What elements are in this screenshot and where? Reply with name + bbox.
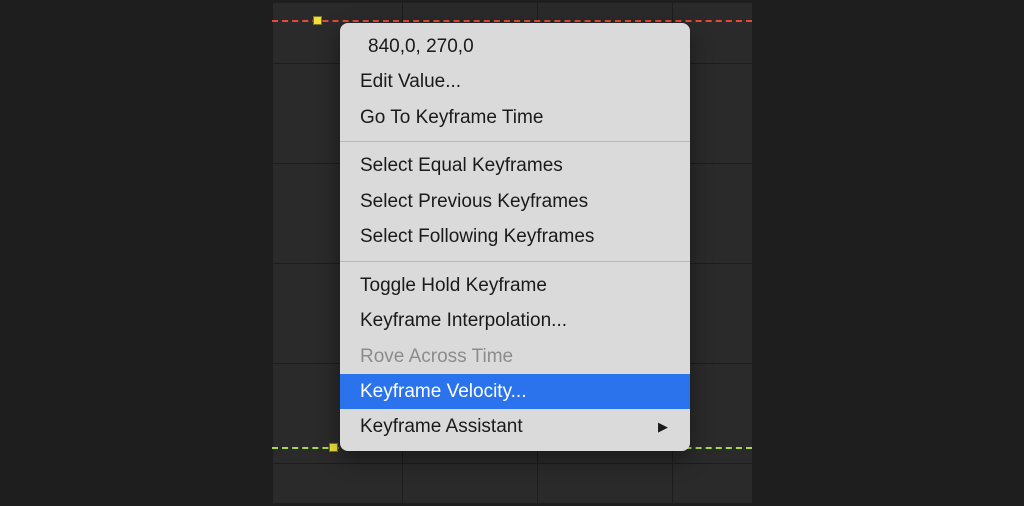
keyframe-marker[interactable] xyxy=(313,16,322,25)
menu-item-label: Keyframe Assistant xyxy=(360,412,523,441)
menu-item-goto-keyframe-time[interactable]: Go To Keyframe Time xyxy=(340,100,690,135)
menu-item-select-equal[interactable]: Select Equal Keyframes xyxy=(340,148,690,183)
menu-item-label: Select Previous Keyframes xyxy=(360,187,588,216)
stage-wrapper: 840,0, 270,0 Edit Value... Go To Keyfram… xyxy=(0,0,1024,506)
menu-item-label: Keyframe Velocity... xyxy=(360,377,527,406)
curve-red xyxy=(272,20,752,22)
menu-item-select-following[interactable]: Select Following Keyframes xyxy=(340,219,690,254)
submenu-arrow-icon: ▶ xyxy=(658,417,670,437)
menu-item-label: Go To Keyframe Time xyxy=(360,103,543,132)
menu-item-keyframe-value[interactable]: 840,0, 270,0 xyxy=(340,29,690,64)
menu-item-label: Edit Value... xyxy=(360,67,461,96)
menu-item-edit-value[interactable]: Edit Value... xyxy=(340,64,690,99)
menu-item-select-previous[interactable]: Select Previous Keyframes xyxy=(340,184,690,219)
menu-item-keyframe-assistant[interactable]: Keyframe Assistant ▶ xyxy=(340,409,690,444)
graph-editor[interactable]: 840,0, 270,0 Edit Value... Go To Keyfram… xyxy=(272,3,752,503)
menu-item-toggle-hold[interactable]: Toggle Hold Keyframe xyxy=(340,268,690,303)
menu-item-label: Select Following Keyframes xyxy=(360,222,594,251)
menu-group: Select Equal Keyframes Select Previous K… xyxy=(340,142,690,260)
menu-item-label: 840,0, 270,0 xyxy=(368,32,474,61)
grid-line xyxy=(272,463,752,464)
menu-item-label: Keyframe Interpolation... xyxy=(360,306,567,335)
menu-item-interpolation[interactable]: Keyframe Interpolation... xyxy=(340,303,690,338)
keyframe-marker[interactable] xyxy=(329,443,338,452)
menu-group: Toggle Hold Keyframe Keyframe Interpolat… xyxy=(340,262,690,451)
menu-item-label: Select Equal Keyframes xyxy=(360,151,563,180)
grid-line xyxy=(272,3,273,503)
menu-item-label: Toggle Hold Keyframe xyxy=(360,271,547,300)
menu-item-label: Rove Across Time xyxy=(360,342,513,371)
menu-item-keyframe-velocity[interactable]: Keyframe Velocity... xyxy=(340,374,690,409)
menu-item-rove-across-time: Rove Across Time xyxy=(340,339,690,374)
menu-group: 840,0, 270,0 Edit Value... Go To Keyfram… xyxy=(340,23,690,141)
keyframe-context-menu: 840,0, 270,0 Edit Value... Go To Keyfram… xyxy=(340,23,690,451)
